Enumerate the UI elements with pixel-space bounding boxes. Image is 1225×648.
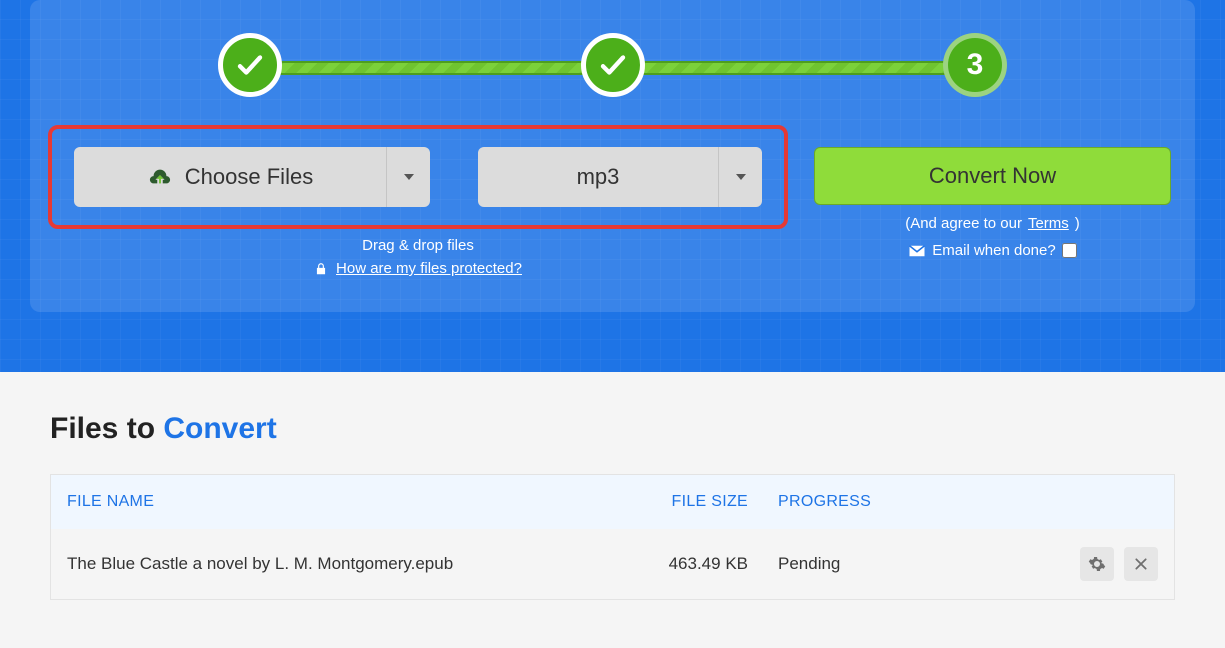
highlight-box: Choose Files mp3 [48,125,788,229]
table-row: The Blue Castle a novel by L. M. Montgom… [51,529,1174,599]
left-subtext: Drag & drop files How are my files prote… [48,237,788,277]
upload-panel: 3 Choose Files [30,0,1195,312]
step-3-indicator: 3 [943,33,1007,97]
files-section: Files to Convert FILE NAME FILE SIZE PRO… [0,372,1225,640]
drag-drop-hint: Drag & drop files [48,237,788,254]
cell-file-name: The Blue Castle a novel by L. M. Montgom… [67,554,618,574]
protection-line: How are my files protected? [48,260,788,277]
email-line: Email when done? [908,242,1076,259]
choose-files-combo: Choose Files [74,147,430,207]
files-protected-link[interactable]: How are my files protected? [336,260,522,277]
choose-files-label: Choose Files [185,164,313,190]
close-icon [1134,557,1148,571]
files-section-title: Files to Convert [50,412,1175,446]
col-progress: PROGRESS [778,493,1158,511]
step-2-indicator [581,33,645,97]
choose-files-button[interactable]: Choose Files [74,147,386,207]
controls-row: Choose Files mp3 [48,125,1177,277]
agree-prefix: (And agree to our [905,215,1022,232]
convert-now-button[interactable]: Convert Now [814,147,1171,205]
stepper: 3 [218,25,1007,105]
format-select-button[interactable]: mp3 [478,147,718,207]
terms-line: (And agree to our Terms ) [905,215,1080,232]
choose-files-dropdown-arrow[interactable] [386,147,430,207]
step-3-label: 3 [967,48,984,82]
check-icon [235,50,265,80]
cell-progress: Pending [778,554,1048,574]
gear-icon [1088,555,1106,573]
hero-area: 3 Choose Files [0,0,1225,372]
left-controls: Choose Files mp3 [48,125,788,277]
title-accent: Convert [163,412,276,445]
chevron-down-icon [736,174,746,180]
files-table: FILE NAME FILE SIZE PROGRESS The Blue Ca… [50,474,1175,600]
format-selected-label: mp3 [577,164,620,190]
row-actions [1048,547,1158,581]
email-label: Email when done? [932,242,1055,259]
col-file-name: FILE NAME [67,493,618,511]
agree-suffix: ) [1075,215,1080,232]
cloud-upload-icon [147,166,173,188]
col-file-size: FILE SIZE [618,493,748,511]
chevron-down-icon [404,174,414,180]
email-when-done-checkbox[interactable] [1062,243,1077,258]
row-settings-button[interactable] [1080,547,1114,581]
convert-column: Convert Now (And agree to our Terms ) Em… [808,125,1177,259]
format-combo: mp3 [478,147,762,207]
terms-link[interactable]: Terms [1028,215,1069,232]
table-header: FILE NAME FILE SIZE PROGRESS [51,475,1174,529]
format-dropdown-arrow[interactable] [718,147,762,207]
mail-icon [908,244,926,258]
step-1-indicator [218,33,282,97]
cell-file-size: 463.49 KB [618,554,748,574]
lock-icon [314,262,328,276]
row-remove-button[interactable] [1124,547,1158,581]
check-icon [598,50,628,80]
title-prefix: Files to [50,412,163,445]
